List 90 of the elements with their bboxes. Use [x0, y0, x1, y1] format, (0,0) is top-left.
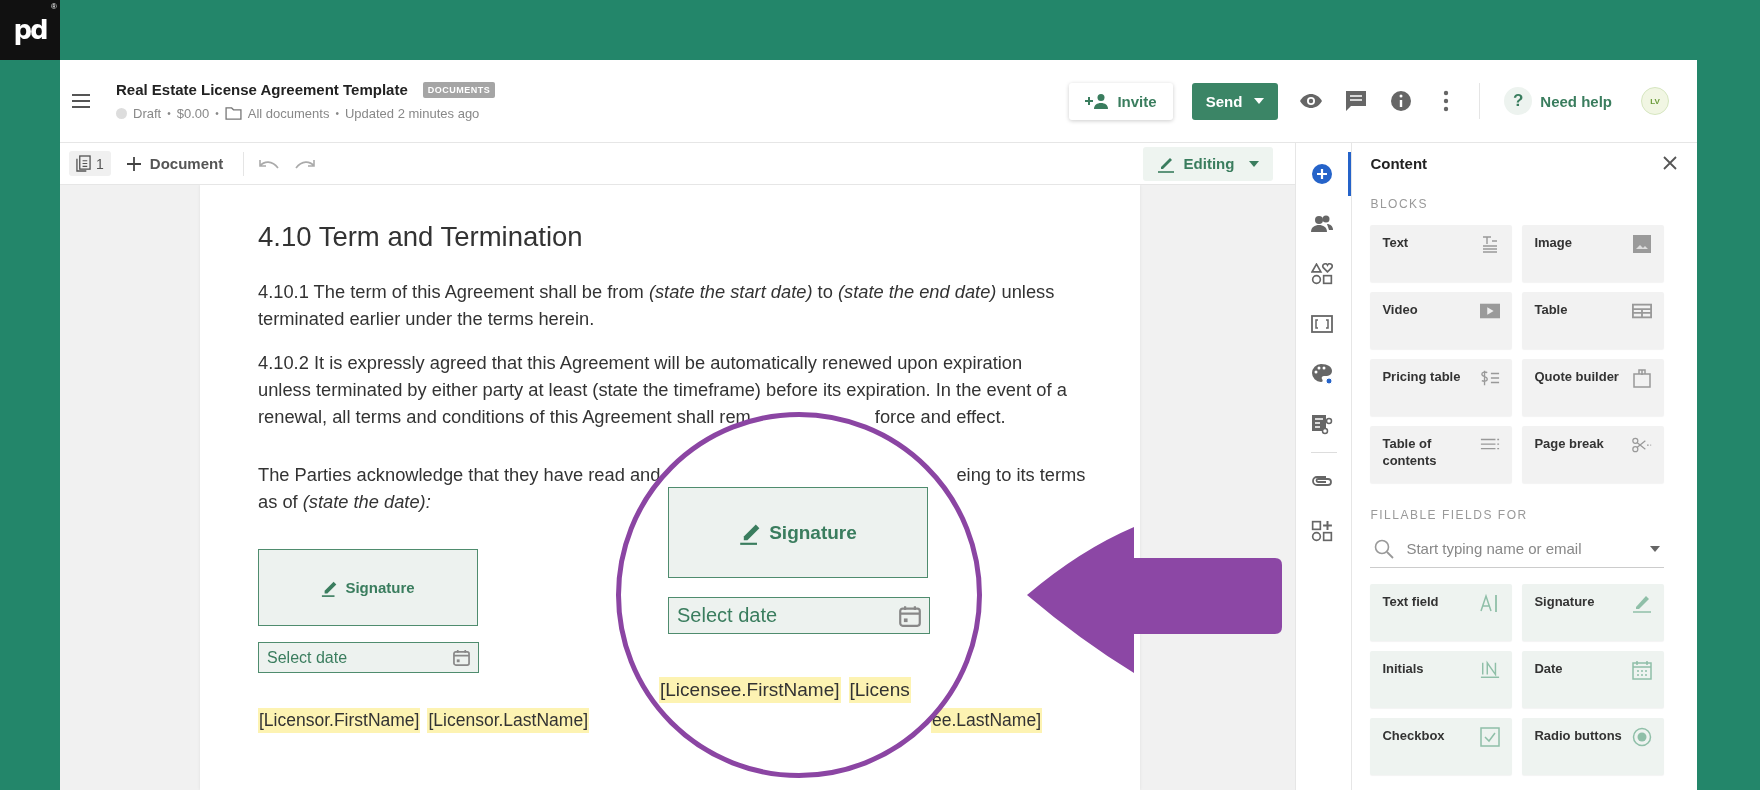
date-field[interactable]: Select date [258, 642, 479, 673]
initials-icon [1480, 660, 1501, 680]
caret-icon [1254, 98, 1265, 104]
add-person-icon [1085, 93, 1110, 109]
play-icon [1480, 301, 1501, 321]
search-input[interactable]: Start typing name or email [1406, 540, 1639, 557]
separator-dot: • [167, 108, 171, 119]
send-button[interactable]: Send [1191, 82, 1279, 120]
block-tile[interactable]: Image [1522, 225, 1665, 282]
field-tile[interactable]: Radio buttons [1522, 718, 1665, 775]
date-input[interactable]: Select date [267, 648, 453, 667]
separator-dot: • [215, 108, 219, 119]
meta-text: $0.00 [176, 106, 210, 121]
scissors-icon [1632, 435, 1653, 455]
logo: pd ® [0, 0, 60, 60]
question-icon: ? [1504, 87, 1533, 115]
help-button[interactable]: ? Need help [1504, 87, 1612, 115]
calendar-icon [899, 604, 921, 627]
field-tile[interactable]: Initials [1370, 651, 1513, 708]
folder-icon [224, 107, 242, 120]
caret-icon [1650, 545, 1661, 552]
merge-field: [Licensee.FirstName] [659, 677, 841, 703]
more-icon[interactable] [1443, 90, 1450, 112]
pages-icon [76, 155, 91, 172]
documents-badge: DOCUMENTS [422, 81, 496, 98]
field-tile[interactable]: Date [1522, 651, 1665, 708]
signature-field[interactable]: Signature [258, 549, 478, 626]
block-tile[interactable]: Table [1522, 292, 1665, 349]
field-tile[interactable]: Signature [1522, 584, 1665, 641]
status-text: Draft [133, 106, 162, 121]
merge-field: [Licensor.FirstName] [258, 708, 421, 733]
checkbox-icon [1480, 727, 1501, 747]
date-field[interactable]: Select date [668, 597, 930, 634]
shapes-icon [1311, 263, 1334, 285]
document-title: Real Estate License Agreement Template [116, 81, 408, 98]
merge-field: [Licens [848, 677, 911, 703]
editing-mode-button[interactable]: Editing [1142, 146, 1274, 181]
block-tile[interactable]: Page break [1522, 426, 1665, 483]
section-heading: 4.10 Term and Termination [258, 221, 584, 253]
signature-field[interactable]: Signature [668, 487, 928, 578]
paragraph-text: The Parties acknowledge that they have read and [258, 463, 661, 487]
invite-button[interactable]: Invite [1069, 82, 1173, 120]
menu-icon[interactable] [71, 94, 91, 108]
block-tile[interactable]: Quote builder [1522, 359, 1665, 416]
block-tile[interactable]: Text [1370, 225, 1513, 282]
paragraph-text: as of (state the date): [258, 490, 431, 514]
brackets-icon [1311, 313, 1334, 335]
block-tile[interactable]: Video [1370, 292, 1513, 349]
merge-field: [Licensor.LastName] [427, 708, 589, 733]
block-tile[interactable]: Pricing table [1370, 359, 1513, 416]
calendar-icon [453, 649, 470, 666]
image-icon [1632, 234, 1653, 254]
search-icon [1374, 538, 1395, 559]
calendar-icon [1632, 660, 1653, 680]
table-icon [1632, 301, 1653, 321]
pen-icon [1632, 593, 1653, 613]
add-icon [1311, 163, 1334, 185]
paragraph-text: eing to its terms [956, 463, 1086, 487]
plus-icon [126, 156, 141, 171]
section-label: BLOCKS [1370, 197, 1430, 211]
meta-text: Updated 2 minutes ago [344, 106, 480, 121]
merge-field: ee.LastName] [931, 708, 1042, 733]
comment-icon[interactable] [1344, 90, 1369, 112]
close-icon[interactable] [1663, 156, 1677, 170]
paragraph-text: unless terminated by either party at least (state the timeframe) before its expiration. In the event of a [258, 378, 1067, 402]
field-tile[interactable]: Text field [1370, 584, 1513, 641]
radio-icon [1632, 727, 1653, 747]
price-list-icon [1480, 368, 1501, 388]
separator-dot: • [335, 108, 339, 119]
date-input[interactable]: Select date [677, 604, 899, 627]
paragraph-text: 4.10.1 The term of this Agreement shall be from (state the start date) to (state the end date) unless [258, 280, 1055, 304]
panel-title: Content [1370, 154, 1428, 172]
widgets-icon [1311, 520, 1334, 542]
folder-link[interactable]: All documents [247, 106, 330, 121]
paragraph-text: 4.10.2 It is expressly agreed that this Agreement will be automatically renewed upon expiration [258, 351, 1023, 375]
status-dot-icon [116, 108, 127, 119]
page-count-button[interactable]: 1 [69, 151, 111, 176]
recipient-search-field[interactable]: Start typing name or email [1370, 530, 1665, 568]
block-tile[interactable]: Table of contents [1370, 426, 1513, 483]
palette-icon [1311, 363, 1334, 385]
field-tile[interactable]: Checkbox [1370, 718, 1513, 775]
paragraph-text: terminated earlier under the terms herein. [258, 307, 595, 331]
section-label: FILLABLE FIELDS FOR [1370, 508, 1529, 522]
bag-icon [1632, 368, 1653, 388]
paragraph-text: force and effect. [874, 405, 1006, 429]
workflow-icon [1311, 413, 1334, 435]
add-document-button[interactable]: Document [120, 154, 230, 173]
caret-icon [1249, 160, 1260, 167]
people-icon [1311, 213, 1334, 235]
info-icon[interactable] [1389, 90, 1414, 112]
